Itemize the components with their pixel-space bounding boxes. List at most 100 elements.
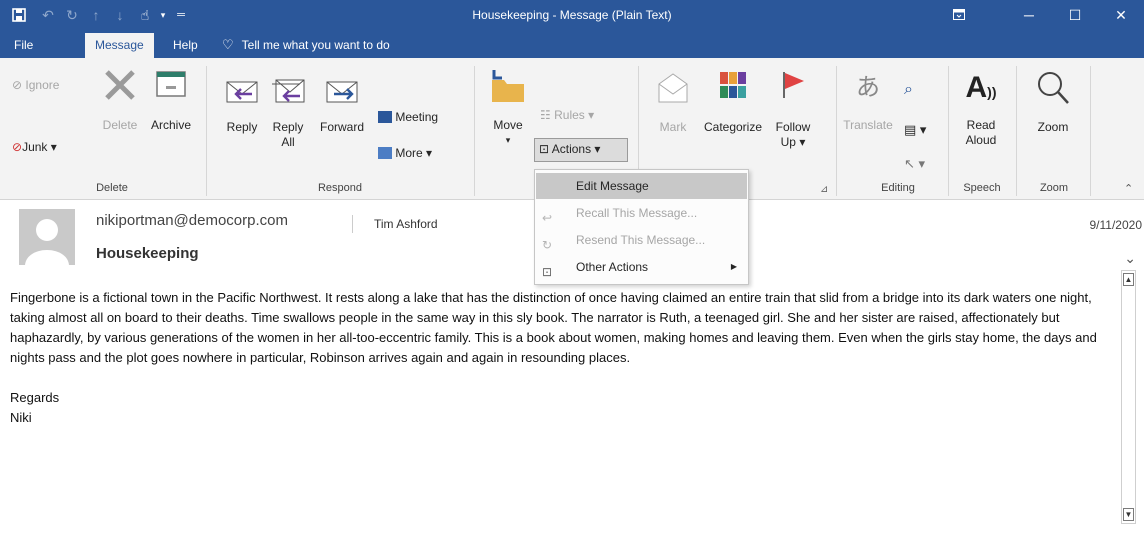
mark-unread-icon <box>658 73 688 103</box>
maximize-icon[interactable]: ☐ <box>1052 0 1098 30</box>
rules-button[interactable]: ☷ Rules ▾ <box>540 108 594 123</box>
title-bar: ↶ ↻ ↑ ↓ ☝ ▾ ═ Housekeeping - Message (Pl… <box>0 0 1144 30</box>
delete-label: Delete <box>102 118 138 132</box>
zoom-button[interactable]: Zoom <box>1028 70 1078 135</box>
junk-icon: ⊘ <box>12 140 23 154</box>
ignore-button[interactable]: ⊘ Ignore <box>12 78 59 93</box>
separator <box>1016 66 1017 196</box>
group-label-editing: Editing <box>881 182 915 194</box>
scroll-up-icon[interactable]: ▲ <box>1123 273 1134 286</box>
ribbon-display-options-icon[interactable] <box>936 0 982 30</box>
tell-me-search[interactable]: ♡ Tell me what you want to do <box>212 33 400 58</box>
menu-item-other-actions[interactable]: ⊡ Other Actions ▶ <box>536 254 747 280</box>
forward-button[interactable]: Forward <box>316 70 368 135</box>
vertical-scrollbar[interactable]: ▲ ▼ <box>1121 270 1136 524</box>
down-arrow-icon[interactable]: ↓ <box>110 0 130 30</box>
ribbon-tabs: File Message Help ♡ Tell me what you want… <box>0 30 1144 58</box>
actions-dropdown-menu: Edit Message ↩ Recall This Message... ↻ … <box>534 169 749 285</box>
rules-label: Rules <box>554 108 585 122</box>
categorize-button[interactable]: Categorize <box>700 70 766 135</box>
archive-button[interactable]: Archive <box>145 68 197 133</box>
junk-button[interactable]: ⊘Junk ▾ <box>12 140 57 155</box>
close-icon[interactable]: ✕ <box>1098 0 1144 30</box>
touch-dropdown-icon[interactable]: ▾ <box>156 0 170 30</box>
menu-item-resend-message[interactable]: ↻ Resend This Message... <box>536 227 747 253</box>
recipient-name[interactable]: Tim Ashford <box>374 217 438 231</box>
save-icon[interactable] <box>8 0 30 30</box>
up-arrow-icon[interactable]: ↑ <box>86 0 106 30</box>
find-icon[interactable]: ⌕ <box>904 82 913 98</box>
resend-icon: ↻ <box>542 238 553 252</box>
tell-me-label: Tell me what you want to do <box>241 38 390 52</box>
forward-icon <box>326 81 358 103</box>
undo-icon[interactable]: ↶ <box>38 0 58 30</box>
menu-item-label: Resend This Message... <box>576 233 706 247</box>
redo-icon[interactable]: ↻ <box>62 0 82 30</box>
select-icon[interactable]: ↖ ▾ <box>904 156 925 171</box>
menu-item-label: Edit Message <box>576 179 649 193</box>
tab-message[interactable]: Message <box>85 33 154 58</box>
follow-up-label-1: Follow <box>775 120 811 134</box>
tab-help[interactable]: Help <box>163 33 208 58</box>
zoom-label: Zoom <box>1037 120 1069 134</box>
delete-button[interactable]: Delete <box>97 68 143 133</box>
read-aloud-button[interactable]: A)) Read Aloud <box>958 70 1004 148</box>
tab-file[interactable]: File <box>4 33 43 58</box>
recall-icon: ↩ <box>542 211 553 225</box>
translate-button[interactable]: あ Translate <box>842 70 894 133</box>
flag-icon <box>783 72 804 98</box>
body-signature: Niki <box>10 410 32 425</box>
menu-item-recall-message[interactable]: ↩ Recall This Message... <box>536 200 747 226</box>
translate-icon: あ <box>856 74 880 101</box>
archive-label: Archive <box>150 118 191 132</box>
mark-unread-button[interactable]: Mark <box>650 70 696 135</box>
meeting-button[interactable]: Meeting <box>378 110 438 125</box>
move-dropdown-icon: ▾ <box>505 135 511 145</box>
separator <box>948 66 949 196</box>
message-body[interactable]: Fingerbone is a fictional town in the Pa… <box>10 288 1110 428</box>
menu-item-edit-message[interactable]: Edit Message <box>536 173 747 199</box>
more-icon <box>378 147 392 159</box>
tags-dialog-launcher-icon[interactable]: ⊿ <box>820 182 828 197</box>
actions-button[interactable]: ⊡ Actions ▾ <box>534 138 628 162</box>
customize-toolbar-icon[interactable]: ═ <box>174 0 188 30</box>
lightbulb-icon: ♡ <box>222 37 234 52</box>
avatar <box>19 209 75 265</box>
move-label: Move <box>493 118 523 132</box>
body-regards: Regards <box>10 390 60 405</box>
expand-header-icon[interactable]: ⌄ <box>1124 250 1136 267</box>
replace-icon[interactable]: ▤ ▾ <box>904 122 926 137</box>
categorize-label: Categorize <box>703 120 763 134</box>
reply-label: Reply <box>226 120 258 134</box>
sender-address[interactable]: nikiportman@democorp.com <box>96 212 288 229</box>
message-date: 9/11/2020 <box>1089 218 1143 232</box>
group-label-delete: Delete <box>96 182 128 194</box>
follow-up-button[interactable]: Follow Up ▾ <box>770 70 816 150</box>
collapse-ribbon-icon[interactable]: ⌃ <box>1124 182 1133 197</box>
other-actions-icon: ⊡ <box>542 265 553 279</box>
more-respond-button[interactable]: More ▾ <box>378 146 432 161</box>
zoom-icon <box>1038 72 1069 104</box>
junk-label: Junk <box>22 140 48 154</box>
forward-label: Forward <box>319 120 364 134</box>
reply-button[interactable]: Reply <box>222 70 262 135</box>
minimize-icon[interactable]: ─ <box>1006 0 1052 30</box>
separator <box>206 66 207 196</box>
message-subject: Housekeeping <box>96 245 199 262</box>
scroll-down-icon[interactable]: ▼ <box>1123 508 1134 521</box>
mark-unread-label-1: Mark <box>659 120 687 134</box>
meeting-label: Meeting <box>395 110 439 124</box>
read-aloud-icon: A)) <box>965 71 997 104</box>
move-button[interactable]: Move ▾ <box>488 68 528 148</box>
menu-item-label: Other Actions <box>576 260 649 274</box>
reply-icon <box>226 81 258 103</box>
more-label: More <box>395 146 423 160</box>
menu-item-label: Recall This Message... <box>576 206 698 220</box>
reply-all-button[interactable]: Reply All <box>268 70 308 150</box>
delete-icon <box>105 70 135 100</box>
body-paragraph: Fingerbone is a fictional town in the Pa… <box>10 290 1097 365</box>
archive-icon <box>156 71 186 97</box>
read-aloud-label-2: Aloud <box>965 133 997 147</box>
ignore-label: Ignore <box>25 78 60 92</box>
touch-mode-icon[interactable]: ☝ <box>134 0 156 30</box>
